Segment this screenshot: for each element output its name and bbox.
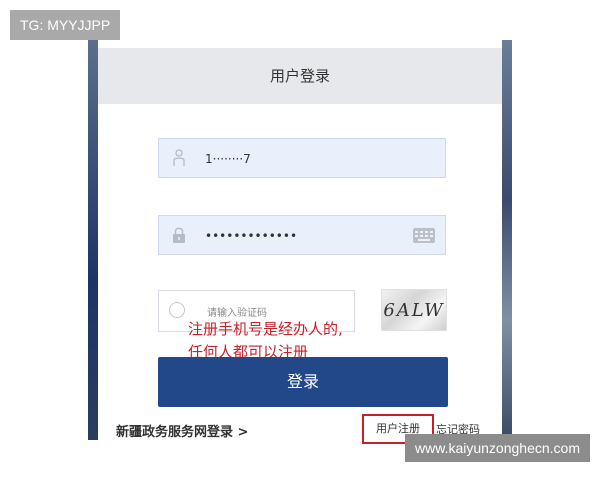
password-value: ••••••••••••• [205,229,298,243]
annotation-line-1: 注册手机号是经办人的, [188,320,343,338]
username-field[interactable]: 1········7 [158,138,446,178]
login-button[interactable]: 登录 [158,357,448,407]
person-icon [173,149,185,166]
login-card: 用户登录 1········7 ••••••••••••• 请输入验证码 6AL… [98,40,502,444]
captcha-placeholder: 请输入验证码 [207,308,267,319]
check-circle-icon [169,302,185,318]
password-field[interactable]: ••••••••••••• [158,215,446,255]
username-value: 1········7 [205,152,251,166]
keyboard-icon[interactable] [413,228,435,243]
background-photo-right [502,40,512,440]
watermark-top: TG: MYYJJPP [10,10,121,40]
xinjiang-gov-login-link[interactable]: 新疆政务服务网登录 > [116,421,248,440]
watermark-bottom: www.kaiyunzonghecn.com [405,434,590,462]
lock-icon [173,227,185,243]
background-photo-left [88,40,98,440]
login-title: 用户登录 [98,48,502,104]
